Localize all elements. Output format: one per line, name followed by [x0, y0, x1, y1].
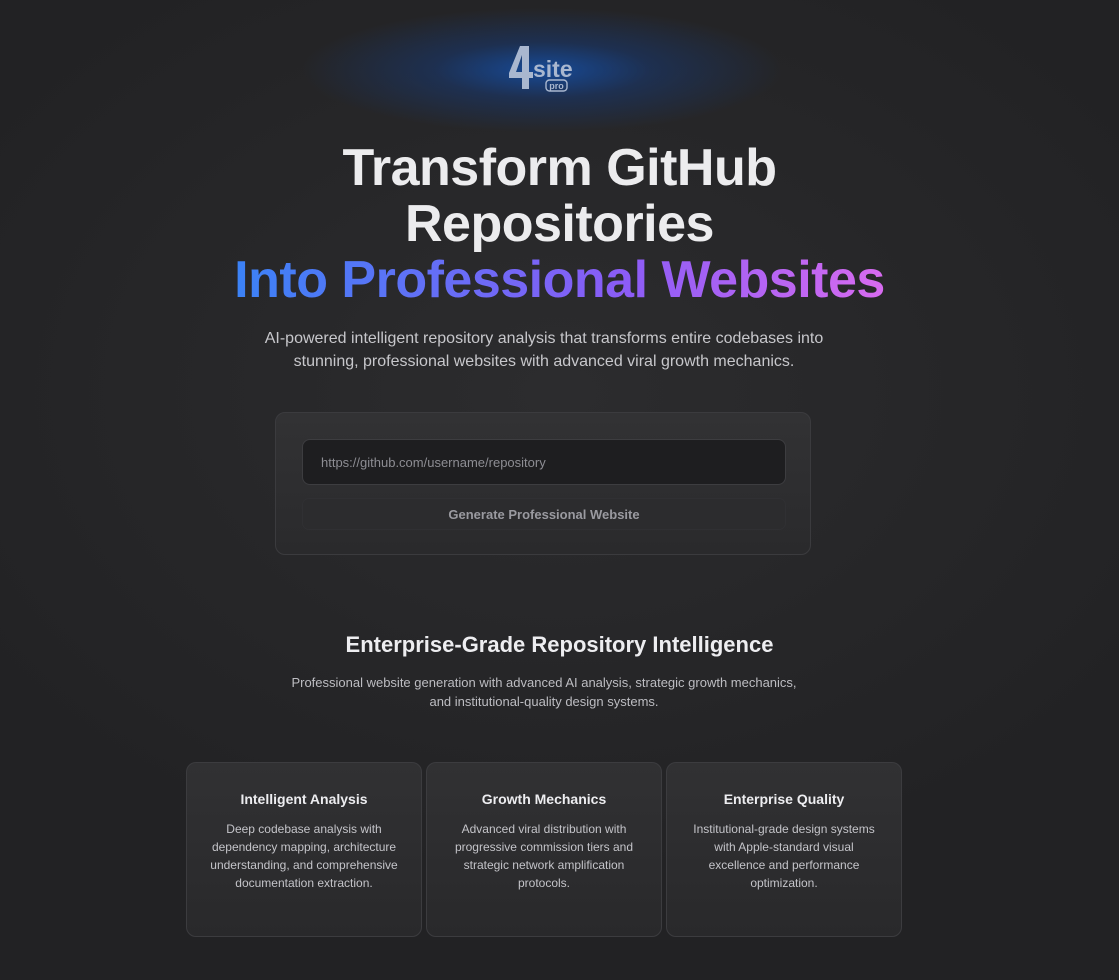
repo-form-card: Generate Professional Website — [275, 412, 811, 555]
feature-card-intelligent-analysis: Intelligent Analysis Deep codebase analy… — [186, 762, 422, 937]
hero-title-gradient-line: Into Professional Websites — [234, 251, 885, 309]
hero-subtitle: AI-powered intelligent repository analys… — [264, 330, 824, 370]
feature-card-description: Deep codebase analysis with dependency m… — [210, 822, 398, 890]
feature-card-title: Growth Mechanics — [481, 791, 607, 807]
4site-logo-icon: site pro — [509, 46, 573, 92]
feature-card-growth-mechanics: Growth Mechanics Advanced viral distribu… — [426, 762, 662, 937]
logo-badge: pro — [549, 81, 564, 91]
feature-card-description: Advanced viral distribution with progres… — [454, 822, 634, 890]
features-section-subtitle: Professional website generation with adv… — [291, 675, 797, 709]
feature-card-title: Enterprise Quality — [723, 791, 845, 807]
hero-title-line1: Transform GitHub — [342, 139, 777, 197]
hero-title-line2: Repositories — [405, 195, 714, 253]
hero-title: Transform GitHub Repositories Into Profe… — [0, 140, 1119, 308]
repo-url-input[interactable] — [302, 439, 786, 485]
feature-card-enterprise-quality: Enterprise Quality Institutional-grade d… — [666, 762, 902, 937]
generate-website-button[interactable]: Generate Professional Website — [302, 498, 786, 530]
brand-logo[interactable]: site pro — [506, 43, 578, 95]
feature-card-description: Institutional-grade design systems with … — [693, 822, 875, 890]
logo-wordmark: site — [533, 56, 573, 82]
feature-card-title: Intelligent Analysis — [240, 791, 368, 807]
features-section-title: Enterprise-Grade Repository Intelligence — [345, 632, 774, 657]
